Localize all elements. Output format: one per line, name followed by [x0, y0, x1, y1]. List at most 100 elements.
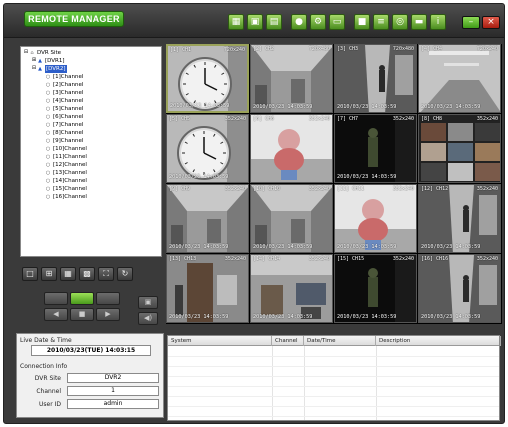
backup-icon[interactable]: ▭	[329, 14, 345, 30]
row-divider	[168, 356, 499, 357]
camera-cell[interactable]: [8] CH8 352x240	[418, 114, 501, 183]
camera-cell[interactable]: [13] CH13 352x240 2010/03/23 14:03:59	[166, 254, 249, 323]
camera-icon: ○	[45, 74, 51, 80]
tree-item[interactable]: ○ [11]Channel	[23, 153, 159, 161]
nine-view-icon[interactable]: ▦	[60, 267, 76, 281]
row-divider	[168, 406, 499, 407]
event-column-header[interactable]: System	[168, 336, 272, 346]
tree-item[interactable]: ⊟ ▲ [DVR2]	[23, 65, 159, 73]
camera-cell[interactable]: [4] CH4 720x240 2010/03/23 14:03:59	[418, 44, 501, 113]
camera-icon[interactable]: ▣	[138, 296, 158, 309]
ptz-up-left-button[interactable]	[44, 292, 68, 305]
column-divider	[272, 346, 273, 420]
tree-item[interactable]: ○ [2]Channel	[23, 81, 159, 89]
sixteen-view-icon[interactable]: ▩	[79, 267, 95, 281]
snapshot-icon[interactable]: ◎	[392, 14, 408, 30]
tree-item[interactable]: ○ [9]Channel	[23, 137, 159, 145]
ptz-up-button[interactable]	[70, 292, 94, 305]
setup-icon[interactable]: ⚙	[310, 14, 326, 30]
camera-cell[interactable]: [16] CH16 352x240 2010/03/23 14:03:59	[418, 254, 501, 323]
tree-item[interactable]: ○ [16]Channel	[23, 193, 159, 201]
camera-cell[interactable]: [12] CH12 352x240 2010/03/23 14:03:59	[418, 184, 501, 253]
print-icon[interactable]: ▬	[411, 14, 427, 30]
camera-cell[interactable]: [11] CH11 352x240 2010/03/23 14:03:59	[334, 184, 417, 253]
camera-cell[interactable]: [2] CH2 720x480 2010/03/23 14:03:59	[250, 44, 333, 113]
tree-item[interactable]: ○ [1]Channel	[23, 73, 159, 81]
tree-item[interactable]: ○ [7]Channel	[23, 121, 159, 129]
fullscreen-icon[interactable]: ⛶	[98, 267, 114, 281]
camera-cell[interactable]: [10] CH10 352x240 2010/03/23 14:03:59	[250, 184, 333, 253]
tree-item[interactable]: ○ [14]Channel	[23, 177, 159, 185]
camera-icon: ○	[45, 98, 51, 104]
tree-item[interactable]: ○ [15]Channel	[23, 185, 159, 193]
camera-timestamp: 2010/03/23 14:03:59	[421, 314, 481, 320]
camera-icon: ○	[45, 170, 51, 176]
camera-cell[interactable]: [15] CH15 352x240 2010/03/23 14:03:59	[334, 254, 417, 323]
camera-timestamp: 2010/03/23 14:03:59	[253, 314, 313, 320]
camera-timestamp: 2010/03/23 14:03:59	[253, 244, 313, 250]
lock-icon[interactable]: ■	[354, 14, 370, 30]
channel-label: Channel	[36, 388, 61, 395]
camera-name: [9] CH9	[169, 186, 191, 192]
live-view-icon[interactable]: ▦	[228, 14, 244, 30]
tree-item[interactable]: ○ [8]Channel	[23, 129, 159, 137]
tree-item[interactable]: ○ [10]Channel	[23, 145, 159, 153]
connection-info-panel: Live Date & Time 2010/03/23(TUE) 14:03:1…	[16, 333, 164, 418]
tree-item[interactable]: ○ [13]Channel	[23, 169, 159, 177]
event-column-header[interactable]: Date/Time	[304, 336, 376, 346]
camera-cell[interactable]: [3] CH3 720x480 2010/03/23 14:03:59	[334, 44, 417, 113]
camera-name: [6] CH6	[253, 116, 275, 122]
tree-item[interactable]: ○ [4]Channel	[23, 97, 159, 105]
camera-timestamp: 2010/03/23 14:03:59	[170, 103, 230, 109]
sequence-icon[interactable]: ↻	[117, 267, 133, 281]
camera-resolution: 720x240	[223, 47, 245, 53]
search-playback-icon[interactable]: ▤	[266, 14, 282, 30]
tree-item[interactable]: ⊞ ▲ [DVR1]	[23, 57, 159, 65]
ptz-left-button[interactable]: ◀	[44, 308, 68, 321]
camera-feed-image	[167, 115, 248, 182]
camera-cell[interactable]: [6] CH6 352x240	[250, 114, 333, 183]
camera-name: [2] CH2	[253, 46, 275, 52]
camera-cell[interactable]: [5] CH5 352x240 2010/03/23 14:03:59	[166, 114, 249, 183]
camera-icon: ○	[45, 122, 51, 128]
camera-cell[interactable]: [9] CH9 352x240 2010/03/23 14:03:59	[166, 184, 249, 253]
minimize-icon[interactable]: –	[462, 16, 480, 29]
site-icon: ⌂	[30, 50, 34, 56]
record-icon[interactable]: ●	[291, 14, 307, 30]
tree-item[interactable]: ○ [6]Channel	[23, 113, 159, 121]
camera-cell[interactable]: [14] CH14 352x240 2010/03/23 14:03:59	[250, 254, 333, 323]
camera-cell[interactable]: [1] CH1 720x240 2010/03/23 14:03:59	[166, 44, 249, 113]
quad-view-icon[interactable]: ⊞	[41, 267, 57, 281]
log-icon[interactable]: ≡	[373, 14, 389, 30]
tree-item-label: [5]Channel	[53, 106, 84, 112]
ptz-right-button[interactable]: ▶	[96, 308, 120, 321]
camera-cell-header: [5] CH5 352x240	[169, 116, 246, 123]
camera-cell[interactable]: [7] CH7 352x240 2010/03/23 14:03:59	[334, 114, 417, 183]
camera-feed-image	[251, 45, 332, 112]
tree-item-label: DVR Site	[37, 50, 62, 56]
tree-item[interactable]: ○ [5]Channel	[23, 105, 159, 113]
event-column-header[interactable]: Channel	[272, 336, 304, 346]
tree-item[interactable]: ○ [12]Channel	[23, 161, 159, 169]
tree-item-label: [6]Channel	[53, 114, 84, 120]
ptz-up-right-button[interactable]	[96, 292, 120, 305]
event-column-header[interactable]: Description	[376, 336, 501, 346]
camera-cell-header: [3] CH3 720x480	[337, 46, 414, 53]
camera-feed-image	[335, 255, 416, 322]
connection-info-label: Connection Info	[20, 363, 68, 370]
tree-item[interactable]: ○ [3]Channel	[23, 89, 159, 97]
camera-name: [7] CH7	[337, 116, 359, 122]
camera-name: [15] CH15	[337, 256, 365, 262]
single-view-icon[interactable]: □	[22, 267, 38, 281]
column-divider	[376, 346, 377, 420]
info-icon[interactable]: i	[430, 14, 446, 30]
ptz-center-button[interactable]: ■	[70, 308, 94, 321]
camera-resolution: 720x480	[308, 46, 330, 52]
monitor-icon[interactable]: ▣	[247, 14, 263, 30]
app-title: REMOTE MANAGER	[24, 11, 124, 27]
audio-icon[interactable]: ◀)	[138, 312, 158, 325]
close-icon[interactable]: ×	[482, 16, 500, 29]
camera-timestamp: 2010/03/23 14:03:59	[337, 174, 397, 180]
event-log-table: System Channel Date/Time Description	[167, 335, 501, 421]
tree-item[interactable]: ⊟ ⌂ DVR Site	[23, 49, 159, 57]
